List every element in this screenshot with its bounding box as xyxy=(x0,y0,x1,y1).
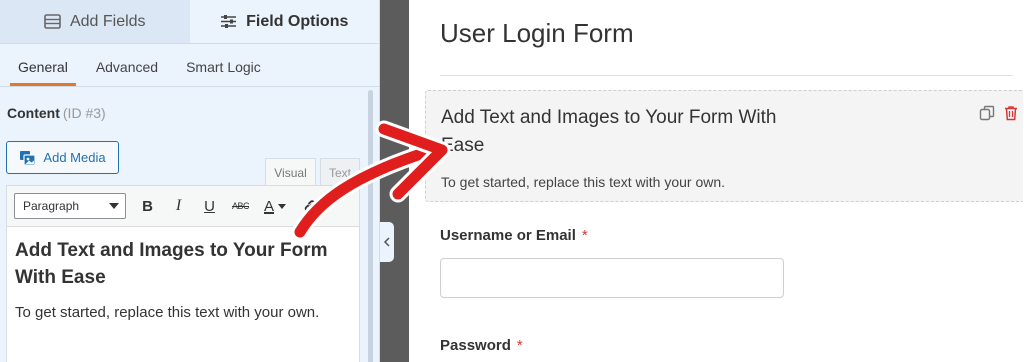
required-marker: * xyxy=(581,227,588,244)
link-icon xyxy=(304,200,315,212)
form-preview: User Login Form Add Text and Images to Y… xyxy=(409,0,1024,362)
options-subtabs: General Advanced Smart Logic xyxy=(0,44,379,87)
content-field-id: (ID #3) xyxy=(62,105,106,121)
format-select[interactable]: Paragraph xyxy=(14,193,126,219)
link-button[interactable] xyxy=(294,193,325,219)
subtab-smart-logic[interactable]: Smart Logic xyxy=(178,59,269,86)
tab-add-fields[interactable]: Add Fields xyxy=(0,0,190,43)
editor-tab-visual[interactable]: Visual xyxy=(265,158,316,186)
username-label-text: Username or Email xyxy=(440,227,576,244)
italic-button[interactable]: I xyxy=(163,193,194,219)
underline-button[interactable]: U xyxy=(194,193,225,219)
media-icon xyxy=(20,150,37,166)
content-label-text: Content xyxy=(7,105,60,121)
chevron-down-icon xyxy=(278,203,286,209)
tab-add-fields-label: Add Fields xyxy=(69,12,146,30)
username-field-label: Username or Email * xyxy=(440,227,588,244)
preview-paragraph-text: To get started, replace this text with y… xyxy=(441,174,726,190)
preview-heading-text: Add Text and Images to Your Form With Ea… xyxy=(441,107,777,156)
add-media-button[interactable]: Add Media xyxy=(6,141,119,174)
content-field-label: Content (ID #3) xyxy=(7,105,106,121)
list-icon xyxy=(44,14,61,29)
password-label-text: Password xyxy=(440,337,511,354)
tab-field-options[interactable]: Field Options xyxy=(189,0,379,43)
password-field-label: Password * xyxy=(440,337,523,354)
field-actions xyxy=(979,105,1019,121)
format-select-value: Paragraph xyxy=(23,199,80,213)
panel-tabs: Add Fields Field Options xyxy=(0,0,379,44)
collapse-panel-handle[interactable] xyxy=(380,222,394,262)
editor-body[interactable]: Add Text and Images to Your Form With Ea… xyxy=(7,227,359,331)
add-media-label: Add Media xyxy=(43,150,106,165)
trash-icon[interactable] xyxy=(1003,105,1019,121)
text-color-button[interactable]: A xyxy=(256,193,294,219)
title-divider xyxy=(440,75,1013,76)
subtab-general[interactable]: General xyxy=(10,59,76,86)
form-title: User Login Form xyxy=(440,18,634,48)
editor-tab-text[interactable]: Text xyxy=(320,158,360,186)
content-field-preview[interactable]: Add Text and Images to Your Form With Ea… xyxy=(425,90,1023,202)
username-input[interactable] xyxy=(440,258,784,298)
strikethrough-button[interactable]: ABC xyxy=(225,193,256,219)
text-color-letter: A xyxy=(263,197,274,215)
panel-scrollbar[interactable] xyxy=(368,90,373,362)
editor-heading-text: Add Text and Images to Your Form With Ea… xyxy=(15,240,328,288)
editor-toolbar: Paragraph B I U ABC A xyxy=(7,186,359,227)
editor-paragraph-text: To get started, replace this text with y… xyxy=(15,304,320,321)
chevron-down-icon xyxy=(109,203,119,209)
content-editor: Paragraph B I U ABC A Add Text and Image… xyxy=(6,185,360,362)
subtab-advanced[interactable]: Advanced xyxy=(88,59,166,86)
field-options-panel: Add Fields Field Options General Advance… xyxy=(0,0,380,362)
duplicate-icon[interactable] xyxy=(979,105,995,121)
bold-button[interactable]: B xyxy=(132,193,163,219)
tab-field-options-label: Field Options xyxy=(246,12,349,30)
chevron-left-icon xyxy=(383,237,390,247)
sliders-icon xyxy=(221,15,237,28)
required-marker: * xyxy=(516,337,523,354)
